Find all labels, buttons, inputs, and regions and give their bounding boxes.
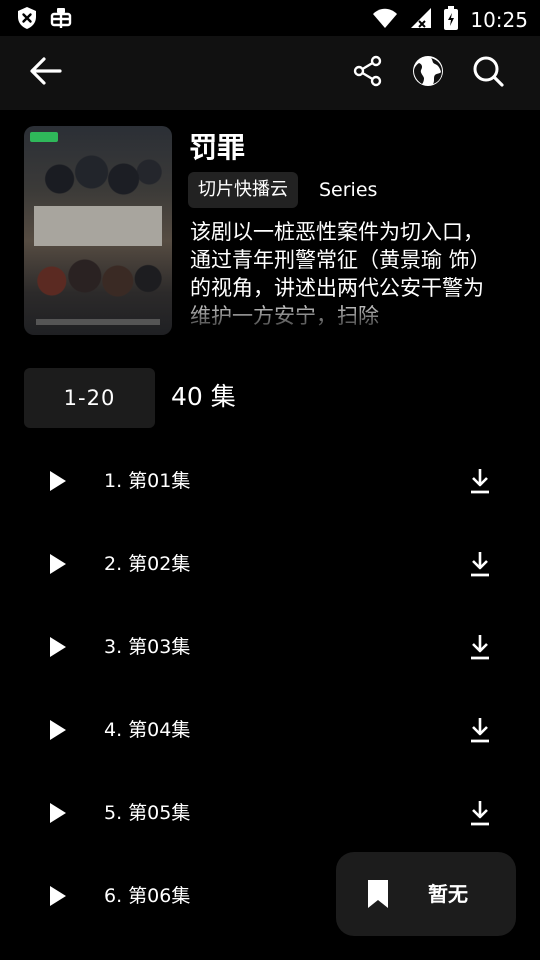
bookmark-icon	[366, 879, 390, 909]
status-time: 10:25	[470, 8, 528, 32]
share-button[interactable]	[348, 53, 388, 93]
show-description[interactable]: 该剧以一桩恶性案件为切入口，通过青年刑警常征（黄景瑜 饰）的视角，讲述出两代公安…	[190, 218, 500, 328]
back-button[interactable]	[26, 53, 66, 93]
search-button[interactable]	[468, 53, 508, 93]
episode-row[interactable]: 1. 第01集	[0, 440, 540, 523]
top-app-bar	[0, 36, 540, 110]
show-type: Series	[319, 179, 378, 201]
status-bar: 10:25	[0, 0, 540, 36]
download-icon[interactable]	[468, 633, 492, 661]
source-chip[interactable]: 切片快播云	[188, 172, 298, 208]
bug-icon	[48, 6, 74, 34]
globe-icon	[411, 54, 445, 92]
download-icon[interactable]	[468, 467, 492, 495]
play-icon	[46, 634, 70, 660]
episode-title: 5. 第05集	[104, 802, 191, 824]
download-icon[interactable]	[468, 550, 492, 578]
shield-x-icon	[16, 6, 38, 34]
globe-button[interactable]	[408, 53, 448, 93]
search-icon	[472, 55, 504, 91]
battery-icon	[444, 6, 459, 34]
episode-title: 3. 第03集	[104, 636, 191, 658]
play-icon	[46, 551, 70, 577]
wifi-icon	[372, 7, 398, 33]
download-icon[interactable]	[468, 799, 492, 827]
show-poster	[24, 126, 172, 335]
share-icon	[352, 55, 384, 91]
arrow-left-icon	[29, 56, 63, 90]
play-icon	[46, 717, 70, 743]
bookmark-label: 暂无	[428, 882, 468, 906]
show-title: 罚罪	[189, 131, 246, 164]
episode-count: 40 集	[171, 382, 236, 411]
play-icon	[46, 800, 70, 826]
show-header: 罚罪 切片快播云 Series 该剧以一桩恶性案件为切入口，通过青年刑警常征（黄…	[0, 110, 540, 350]
episode-row[interactable]: 4. 第04集	[0, 689, 540, 772]
episode-row[interactable]: 2. 第02集	[0, 523, 540, 606]
episode-title: 1. 第01集	[104, 470, 191, 492]
episode-title: 4. 第04集	[104, 719, 191, 741]
play-icon	[46, 883, 70, 909]
play-icon	[46, 468, 70, 494]
episode-title: 6. 第06集	[104, 885, 191, 907]
episode-range-chip[interactable]: 1-20	[24, 368, 155, 428]
episode-title: 2. 第02集	[104, 553, 191, 575]
signal-icon	[410, 7, 432, 33]
episode-row[interactable]: 3. 第03集	[0, 606, 540, 689]
download-icon[interactable]	[468, 716, 492, 744]
bookmark-fab[interactable]: 暂无	[336, 852, 516, 936]
episode-row[interactable]: 5. 第05集	[0, 772, 540, 855]
